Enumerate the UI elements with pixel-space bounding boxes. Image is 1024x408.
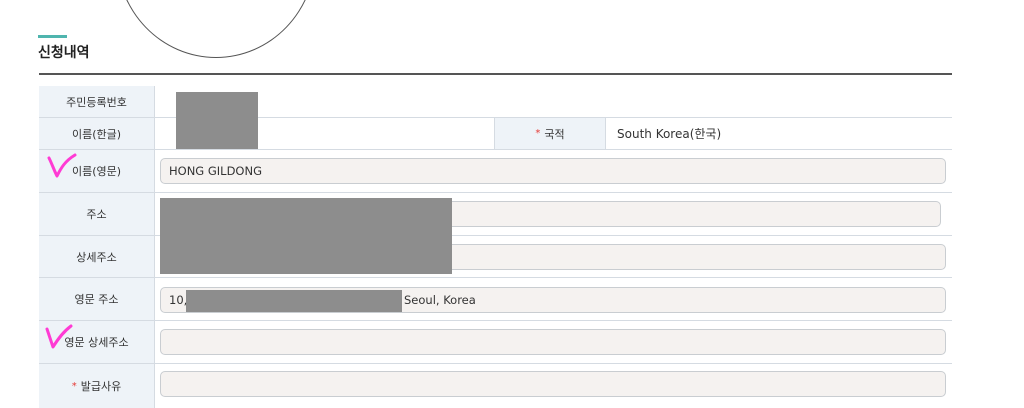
redaction-block-address [160, 198, 452, 274]
row-en-detail-address: 영문 상세주소 [39, 321, 952, 364]
row-name-en: 이름(영문) HONG GILDONG [39, 150, 952, 193]
row-issue-reason: * 발급사유 [39, 364, 952, 408]
check-mark-icon [45, 324, 73, 349]
name-en-input[interactable]: HONG GILDONG [160, 158, 946, 184]
label-detail-address: 상세주소 [39, 236, 155, 277]
country-value: South Korea(한국) [617, 127, 722, 141]
row-en-address: 영문 주소 10, Seoul, Korea [39, 278, 952, 321]
redaction-block-resident-name [176, 92, 258, 149]
issue-reason-input[interactable] [160, 371, 946, 397]
section-accent-bar [38, 35, 67, 38]
label-issue-reason: * 발급사유 [39, 364, 155, 408]
label-name-kr: 이름(한글) [39, 118, 155, 149]
circle-outline [116, 0, 316, 58]
label-en-address: 영문 주소 [39, 278, 155, 320]
required-mark: * [71, 380, 77, 392]
check-mark-icon [47, 153, 77, 178]
label-resident-id: 주민등록번호 [39, 86, 155, 117]
label-country: * 국적 [495, 118, 606, 149]
section-title: 신청내역 [38, 45, 90, 61]
redaction-block-en-address [186, 290, 402, 312]
required-mark: * [535, 128, 541, 139]
label-address: 주소 [39, 193, 155, 235]
section-divider [39, 73, 952, 75]
en-detail-address-input[interactable] [160, 329, 946, 355]
